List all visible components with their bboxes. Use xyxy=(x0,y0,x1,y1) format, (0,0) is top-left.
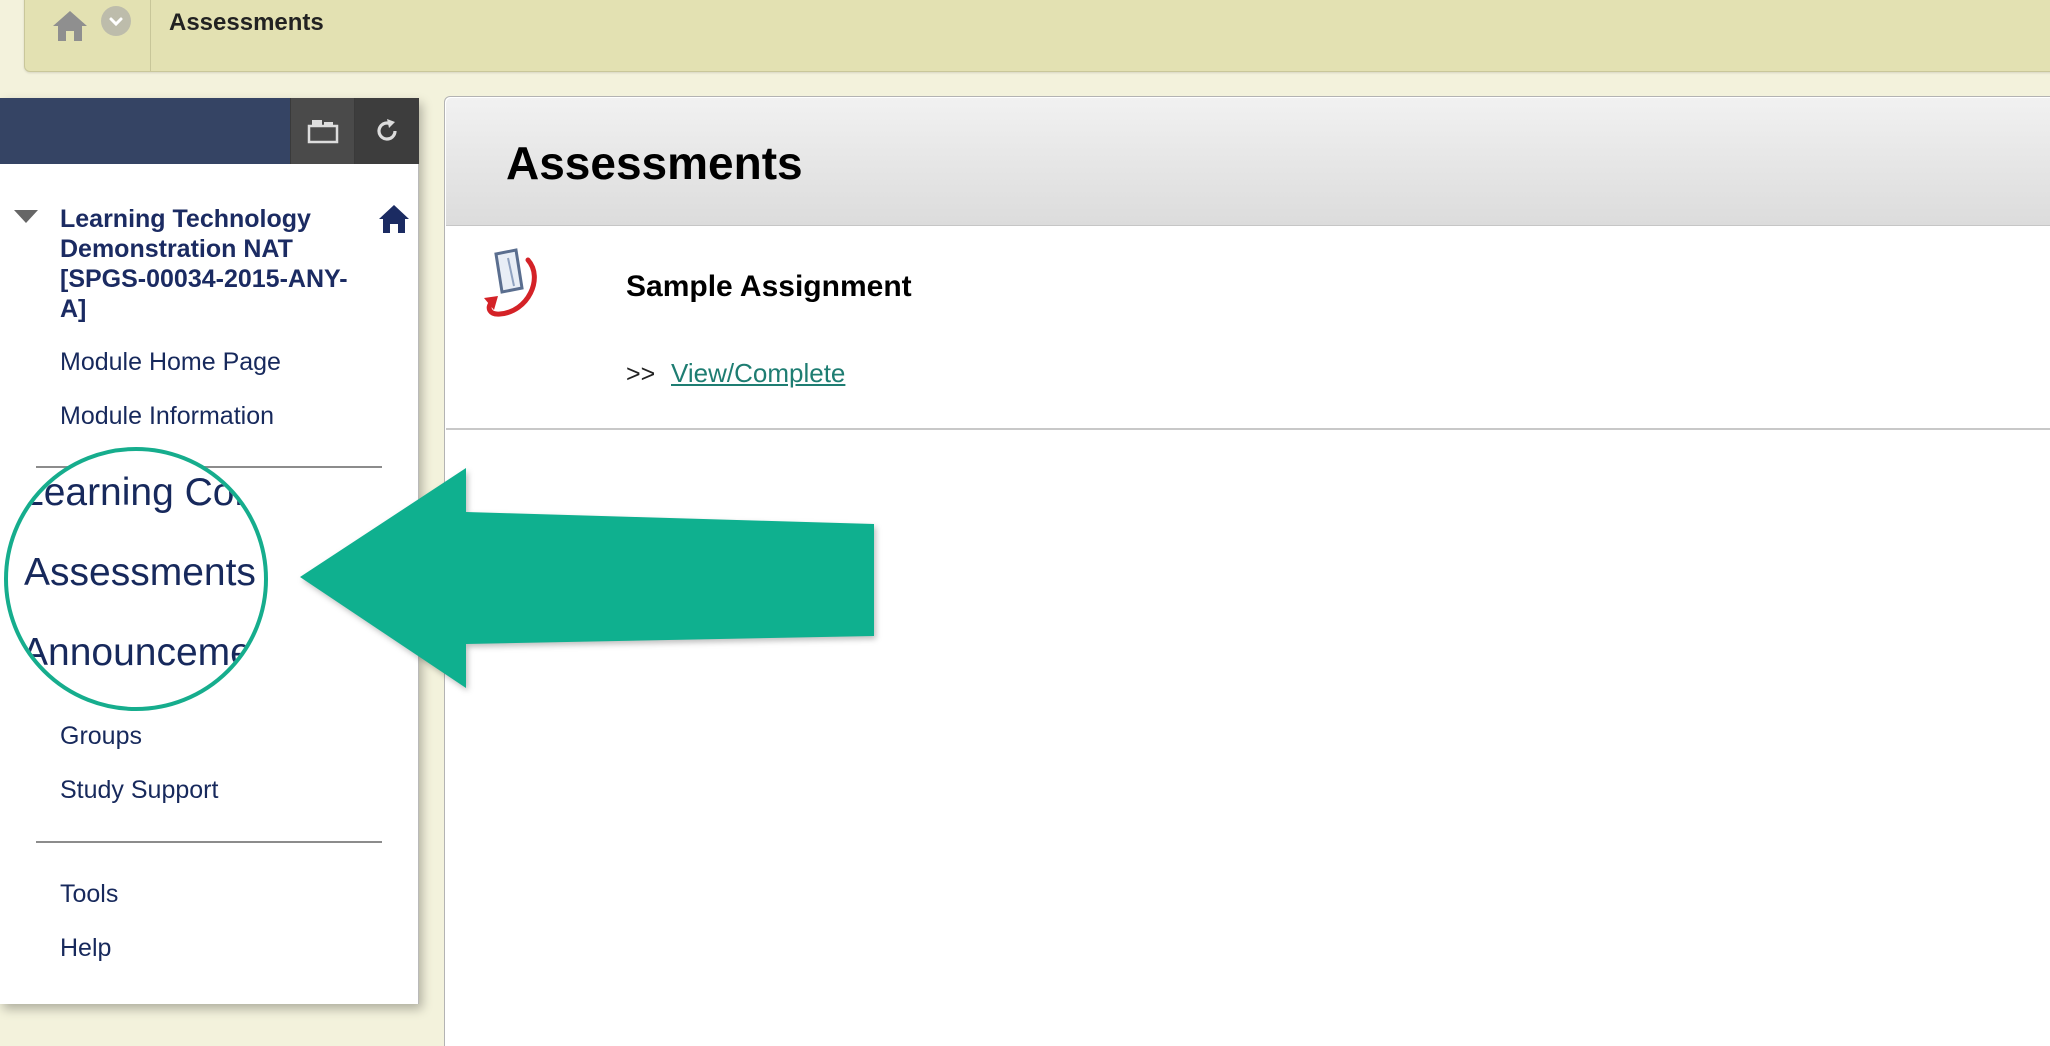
breadcrumb-divider xyxy=(150,0,151,71)
collapse-toggle-icon[interactable] xyxy=(14,210,38,223)
home-icon[interactable] xyxy=(51,9,89,43)
assignment-title[interactable]: Sample Assignment xyxy=(626,270,912,304)
pointer-arrow-icon xyxy=(300,468,874,688)
home-icon[interactable] xyxy=(378,204,410,234)
nav-divider xyxy=(36,841,382,843)
magnified-item-announcements: Announceme xyxy=(22,631,252,674)
breadcrumb-current[interactable]: Assessments xyxy=(169,9,324,37)
breadcrumb: Assessments xyxy=(24,0,2050,72)
magnifier-callout: Learning Con Assessments Announceme xyxy=(4,447,268,711)
sidebar-item-module-home-page[interactable]: Module Home Page xyxy=(60,348,281,377)
folder-icon[interactable] xyxy=(290,98,354,164)
course-title[interactable]: Learning Technology Demonstration NAT [S… xyxy=(60,204,370,324)
sidebar-item-help[interactable]: Help xyxy=(60,934,111,963)
sidebar-item-module-information[interactable]: Module Information xyxy=(60,402,274,431)
sidebar-item-study-support[interactable]: Study Support xyxy=(60,776,218,805)
chevron-down-icon[interactable] xyxy=(101,6,131,36)
content-divider xyxy=(446,428,2050,430)
sidebar-item-groups[interactable]: Groups xyxy=(60,722,142,751)
view-complete-link[interactable]: View/Complete xyxy=(671,358,845,389)
page-title: Assessments xyxy=(506,137,803,189)
refresh-icon[interactable] xyxy=(354,98,419,164)
assignment-icon xyxy=(478,248,548,322)
link-prefix: >> xyxy=(626,360,656,388)
course-menu-header xyxy=(0,98,419,164)
sidebar-item-tools[interactable]: Tools xyxy=(60,880,118,909)
magnified-item-assessments: Assessments xyxy=(24,551,256,594)
magnified-item-learning-content: Learning Con xyxy=(22,471,257,514)
